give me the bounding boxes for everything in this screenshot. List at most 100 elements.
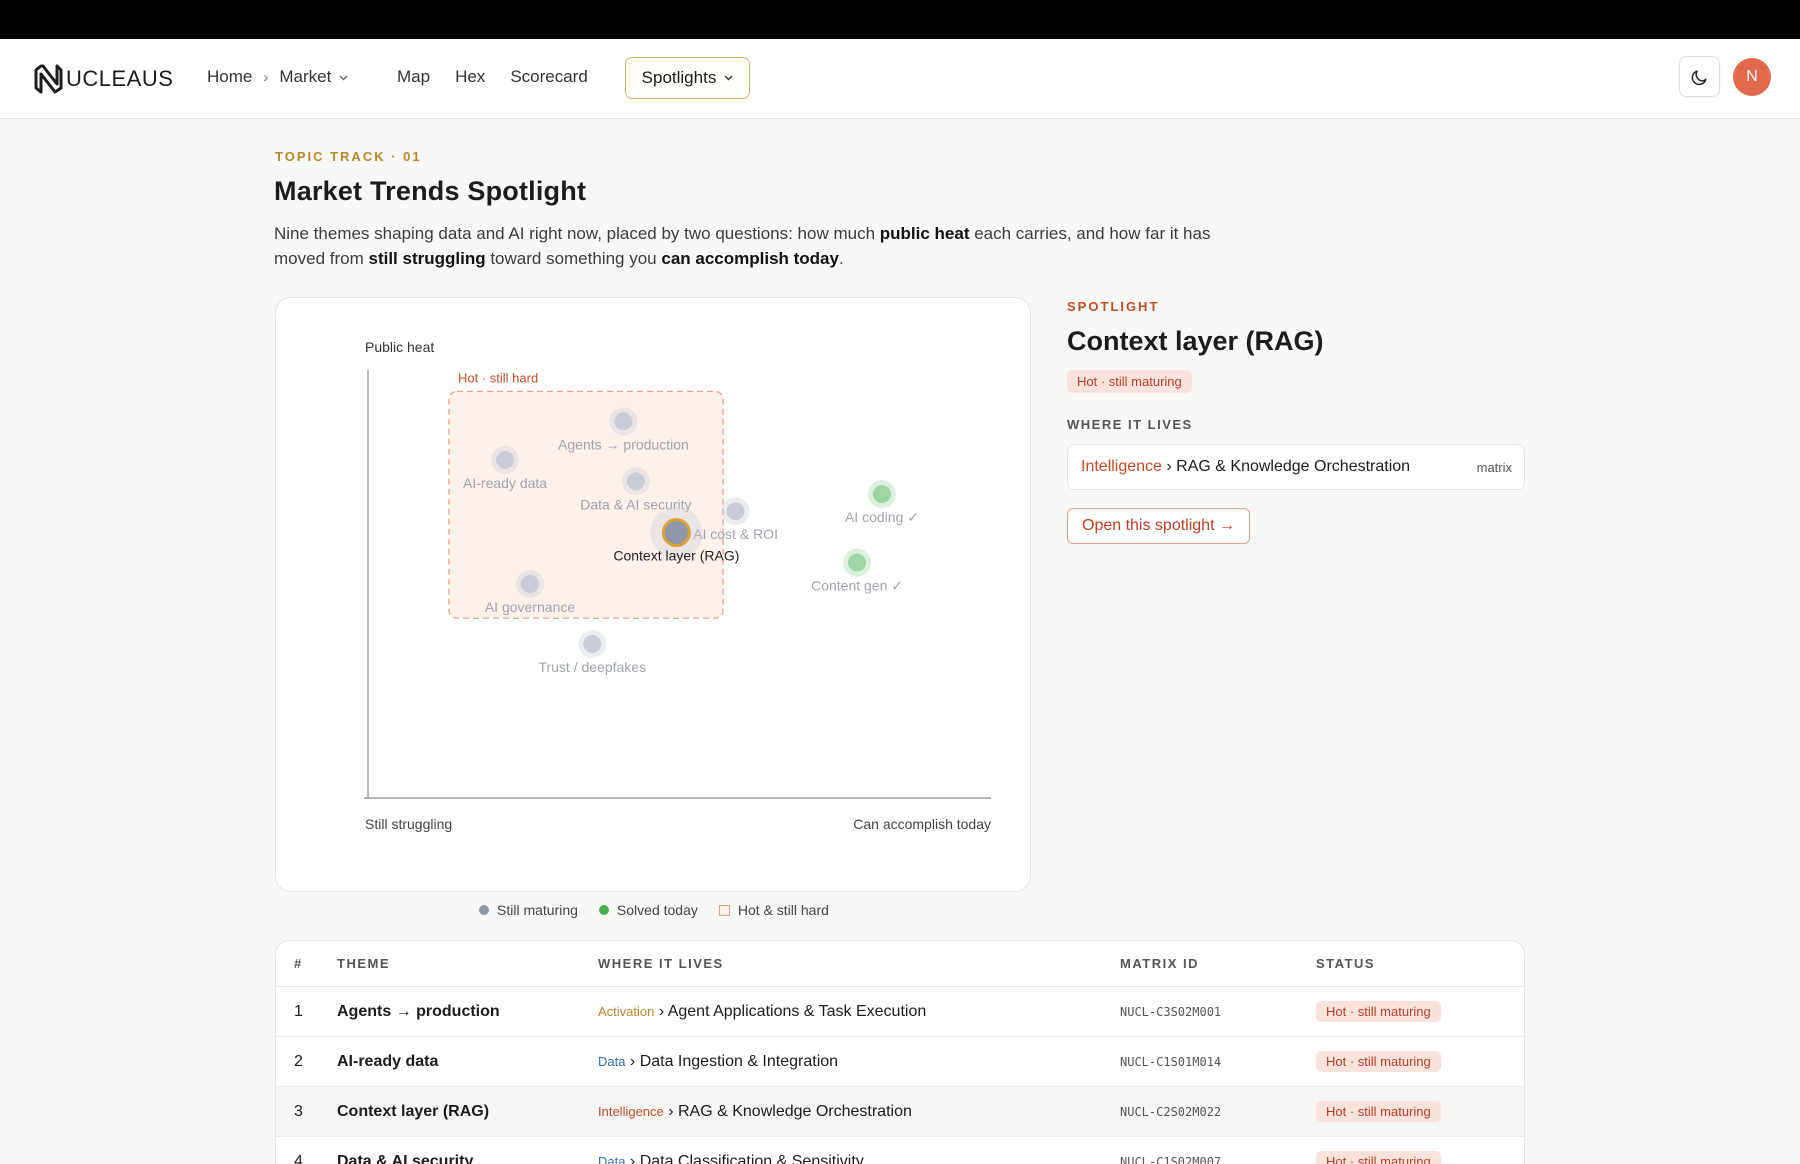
table-row-selected[interactable]: 3 Context layer (RAG) Intelligence › RAG… [276,1087,1524,1137]
trend-scatter-chart: Hot · still hard Public heat Still struggl… [364,339,991,832]
point-content-gen [848,553,867,572]
col-header-matrix-id: MATRIX ID [1120,956,1199,971]
point-ai-coding [872,485,891,504]
row-theme: Agents → production [337,1002,500,1020]
status-badge: Hot · still maturing [1316,1151,1441,1164]
status-badge: Hot · still maturing [1316,1101,1441,1122]
spotlight-location-path: Intelligence › RAG & Knowledge Orchestra… [1081,458,1410,476]
breadcrumb-home[interactable]: Home [207,67,252,87]
spotlight-title: Context layer (RAG) [1067,326,1324,356]
row-matrix-id: NUCL-C2S02M022 [1120,1104,1222,1119]
trend-chart-card: Hot · still hard Public heat Still struggl… [275,297,1031,892]
spotlights-dropdown-button[interactable]: Spotlights [625,57,750,99]
x-axis-start-label: Still struggling [365,816,452,832]
breadcrumb-market-label: Market [279,67,332,86]
row-subcategory: › RAG & Knowledge Orchestration [663,1102,912,1120]
col-header-status: STATUS [1316,956,1376,971]
table-header: # THEME WHERE IT LIVES MATRIX ID STATUS [276,941,1524,987]
intro-text-3: toward something you [485,249,662,268]
row-status: Hot · still maturing [1316,1051,1516,1072]
legend-square-region [718,904,730,916]
row-matrix-id: NUCL-C1S01M014 [1120,1054,1222,1069]
chevron-down-icon [339,75,348,81]
intro-text-1: Nine themes shaping data and AI right no… [274,224,880,243]
row-status: Hot · still maturing [1316,1151,1516,1164]
theme-toggle-button[interactable] [1679,56,1720,97]
legend-dot-maturing [479,905,489,915]
row-num: 1 [294,1002,303,1020]
col-header-theme: THEME [337,956,390,971]
intro-bold-accomplish-today: can accomplish today [661,249,839,268]
row-tier: Data [598,1053,626,1069]
point-label-ai-cost-roi: AI cost & ROI [693,526,778,542]
browser-top-bar [0,0,1800,39]
open-spotlight-button[interactable]: Open this spotlight → [1067,508,1250,544]
intro-bold-public-heat: public heat [879,224,970,243]
chart-legend: Still maturing Solved today Hot & still … [479,902,850,918]
point-label-ai-governance: AI governance [485,599,575,615]
point-agents-production [614,412,633,431]
table-row[interactable]: 2 AI-ready data Data › Data Ingestion & … [276,1037,1524,1087]
row-location: Activation › Agent Applications & Task E… [598,1003,1120,1021]
row-num: 2 [294,1052,303,1070]
nav-link-hex[interactable]: Hex [455,67,485,87]
status-badge: Hot · still maturing [1316,1051,1441,1072]
row-subcategory: › Agent Applications & Task Execution [654,1002,927,1020]
breadcrumb: Home › Market [207,67,348,87]
legend-item-solved: Solved today [598,902,698,918]
row-location: Intelligence › RAG & Knowledge Orchestra… [598,1103,1120,1121]
row-tier: Activation [598,1003,655,1019]
point-label-trust-deepfakes: Trust / deepfakes [538,659,646,675]
page-title: Market Trends Spotlight [274,176,587,206]
topic-track-eyebrow: TOPIC TRACK · 01 [275,149,422,164]
legend-item-maturing: Still maturing [479,902,578,918]
nav-link-scorecard[interactable]: Scorecard [510,67,587,87]
where-it-lives-label: WHERE IT LIVES [1067,417,1193,432]
row-num: 3 [294,1102,303,1120]
spotlight-eyebrow: SPOTLIGHT [1067,299,1160,314]
hot-region-label: Hot · still hard [458,370,538,385]
spotlight-panel: SPOTLIGHT Context layer (RAG) Hot · stil… [1067,297,1525,544]
status-badge: Hot · still maturing [1316,1001,1441,1022]
spotlight-location[interactable]: Intelligence › RAG & Knowledge Orchestra… [1067,444,1525,490]
row-tier: Data [598,1153,626,1164]
point-context-layer-rag [661,518,691,548]
spotlight-status-badge: Hot · still maturing [1067,370,1192,393]
point-data-ai-security [626,472,645,491]
legend-label-solved: Solved today [616,902,698,918]
row-matrix-id: NUCL-C3S02M001 [1120,1004,1222,1019]
nucleus-logo-icon [34,64,63,94]
legend-label-maturing: Still maturing [497,902,578,918]
user-avatar[interactable]: N [1733,58,1771,96]
intro-text-4: . [838,249,844,268]
spotlight-tier: Intelligence [1081,458,1162,475]
point-label-ai-coding: AI coding ✓ [845,509,919,525]
legend-dot-solved [598,905,609,915]
row-status: Hot · still maturing [1316,1001,1516,1022]
page-intro: Nine themes shaping data and AI right no… [274,221,1234,271]
row-num: 4 [294,1152,303,1164]
spotlight-subcategory: › RAG & Knowledge Orchestration [1161,458,1411,475]
brand-name: UCLEAUS [66,66,174,91]
spotlights-label: Spotlights [641,68,717,87]
point-label-context-layer-rag: Context layer (RAG) [613,548,739,564]
breadcrumb-separator-icon: › [263,68,269,86]
themes-table: # THEME WHERE IT LIVES MATRIX ID STATUS … [275,940,1525,1164]
row-status: Hot · still maturing [1316,1101,1516,1122]
table-row[interactable]: 1 Agents → production Activation › Agent… [276,987,1524,1037]
nav-link-map[interactable]: Map [397,67,430,87]
point-ai-cost-roi [726,502,745,521]
point-label-ai-ready-data: AI-ready data [463,475,547,491]
y-axis-label: Public heat [365,339,434,355]
moon-icon [1691,69,1707,85]
point-ai-ready-data [496,450,515,469]
top-navigation: UCLEAUS Home › Market Map Hex Scorecard … [0,39,1800,119]
chevron-down-icon [724,75,733,81]
legend-label-region: Hot & still hard [737,902,829,918]
table-row[interactable]: 4 Data & AI security Data › Data Classif… [276,1137,1524,1164]
row-theme: Context layer (RAG) [337,1102,490,1120]
breadcrumb-market[interactable]: Market [279,67,348,87]
brand-logo[interactable]: UCLEAUS [33,64,173,94]
point-ai-governance [520,575,539,593]
point-label-content-gen: Content gen ✓ [811,578,903,594]
